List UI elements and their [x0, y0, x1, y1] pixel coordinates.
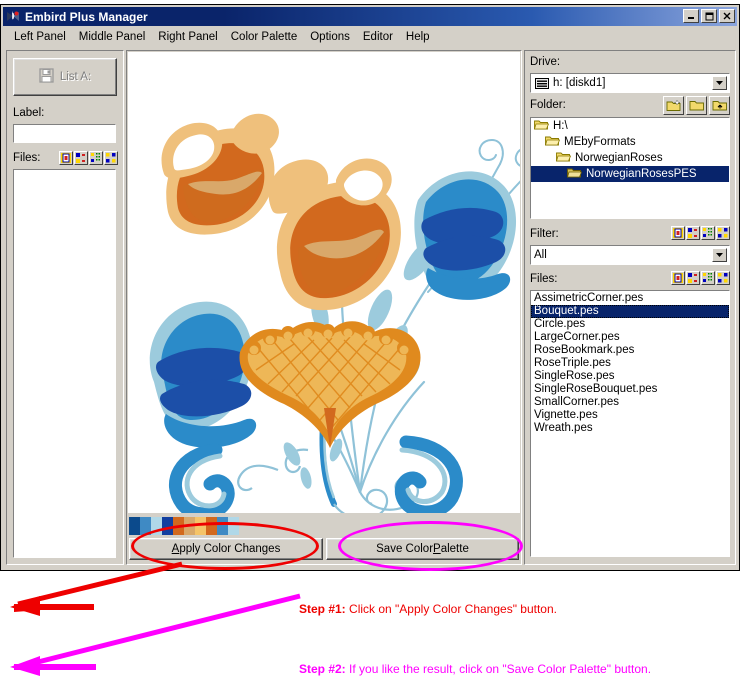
- menu-item-help[interactable]: Help: [400, 30, 437, 44]
- list-item[interactable]: LargeCorner.pes: [531, 331, 729, 344]
- list-item[interactable]: AssimetricCorner.pes: [531, 292, 729, 305]
- list-item[interactable]: RoseBookmark.pes: [531, 344, 729, 357]
- drive-value: h: [diskd1]: [553, 77, 606, 89]
- list-view-icon[interactable]: [89, 151, 103, 165]
- filter-view-buttons: [671, 226, 730, 240]
- center-panel: Apply Color Changes Save Color Palette: [126, 50, 522, 565]
- chevron-down-icon[interactable]: [712, 76, 727, 90]
- folder-tree[interactable]: H:\ MEbyFormats NorwegianRoses Norwegian…: [530, 117, 730, 219]
- drive-icon: [535, 77, 549, 89]
- folder-tree-item[interactable]: NorwegianRoses: [531, 150, 729, 166]
- menu-item-options[interactable]: Options: [304, 30, 357, 44]
- list-view-icon[interactable]: [701, 271, 715, 285]
- step1-text: Click on "Apply Color Changes" button.: [345, 602, 557, 616]
- folder-icon: [555, 151, 572, 166]
- drive-label: Drive:: [530, 56, 561, 68]
- folder-icon: [533, 119, 550, 134]
- folder-open-icon: [566, 167, 583, 182]
- left-files-view-buttons: [59, 151, 118, 165]
- small-icons-view-icon[interactable]: [686, 226, 700, 240]
- details-view-icon[interactable]: [104, 151, 118, 165]
- files-caption: Files:: [13, 152, 41, 164]
- left-files-list[interactable]: [13, 169, 116, 558]
- open-folder-icon[interactable]: [686, 96, 707, 115]
- embroidery-design: [149, 113, 520, 513]
- application-window: Embird Plus Manager Left Panel Middle Pa…: [0, 4, 740, 571]
- chevron-down-icon[interactable]: [712, 248, 727, 262]
- list-item[interactable]: SingleRoseBouquet.pes: [531, 383, 729, 396]
- list-item-selected[interactable]: Bouquet.pes: [531, 305, 729, 318]
- list-item[interactable]: Circle.pes: [531, 318, 729, 331]
- right-files-label: Files:: [530, 273, 558, 285]
- menu-item-color-palette[interactable]: Color Palette: [225, 30, 304, 44]
- blue-flower-left: [149, 301, 257, 448]
- drive-combobox[interactable]: h: [diskd1]: [530, 73, 730, 93]
- blue-flower-right: [414, 171, 517, 300]
- annotation-ellipse-save: [338, 521, 523, 571]
- new-folder-icon[interactable]: [663, 96, 684, 115]
- orange-flower-left: [161, 113, 279, 235]
- list-view-icon[interactable]: [701, 226, 715, 240]
- right-files-view-buttons: [671, 271, 730, 285]
- small-icons-view-icon[interactable]: [686, 271, 700, 285]
- menu-item-left-panel[interactable]: Left Panel: [8, 30, 73, 44]
- folder-icon: [544, 135, 561, 150]
- menu-bar: Left Panel Middle Panel Right Panel Colo…: [3, 28, 737, 46]
- list-item[interactable]: Wreath.pes: [531, 422, 729, 435]
- details-view-icon[interactable]: [716, 226, 730, 240]
- list-a-button[interactable]: List A:: [13, 58, 117, 96]
- step2-annotation: Step #2: If you like the result, click o…: [299, 662, 651, 676]
- folder-tree-item[interactable]: H:\: [531, 118, 729, 134]
- menu-item-editor[interactable]: Editor: [357, 30, 400, 44]
- filter-label: Filter:: [530, 228, 559, 240]
- maximize-button[interactable]: [701, 9, 717, 23]
- filter-combobox[interactable]: All: [530, 245, 730, 265]
- step1-bold: Step #1:: [299, 602, 346, 616]
- list-item[interactable]: SingleRose.pes: [531, 370, 729, 383]
- folder-tree-item[interactable]: MEbyFormats: [531, 134, 729, 150]
- folder-tree-item-selected[interactable]: NorwegianRosesPES: [531, 166, 729, 182]
- step2-bold: Step #2:: [299, 662, 346, 676]
- up-folder-icon[interactable]: [709, 96, 730, 115]
- list-item[interactable]: RoseTriple.pes: [531, 357, 729, 370]
- left-panel: List A: Label: Files:: [6, 50, 124, 565]
- label-caption: Label:: [13, 107, 45, 119]
- orange-flower-center: [268, 158, 401, 311]
- palette-swatch[interactable]: [129, 517, 140, 535]
- design-preview-canvas[interactable]: [128, 52, 520, 513]
- folder-toolbar: [663, 96, 730, 115]
- folder-tree-item-label: H:\: [553, 120, 568, 132]
- step2-text: If you like the result, click on "Save C…: [345, 662, 652, 676]
- folder-label: Folder:: [530, 99, 566, 111]
- list-a-label: List A:: [59, 71, 92, 83]
- right-panel: Drive: h: [diskd1] Folder: H:\ MEbyForma…: [524, 50, 736, 565]
- folder-tree-item-label: NorwegianRoses: [575, 152, 663, 164]
- menu-item-middle-panel[interactable]: Middle Panel: [73, 30, 152, 44]
- annotation-arrow-magenta: [10, 593, 301, 676]
- label-input[interactable]: [13, 124, 116, 143]
- step1-annotation: Step #1: Click on "Apply Color Changes" …: [299, 602, 557, 616]
- close-button[interactable]: [719, 9, 735, 23]
- large-icons-view-icon[interactable]: [59, 151, 73, 165]
- right-files-list[interactable]: AssimetricCorner.pes Bouquet.pes Circle.…: [530, 290, 730, 557]
- window-controls: [683, 9, 735, 23]
- title-bar: Embird Plus Manager: [3, 7, 737, 26]
- large-icons-view-icon[interactable]: [671, 271, 685, 285]
- menu-item-right-panel[interactable]: Right Panel: [152, 30, 224, 44]
- list-item[interactable]: Vignette.pes: [531, 409, 729, 422]
- large-icons-view-icon[interactable]: [671, 226, 685, 240]
- filter-value: All: [534, 249, 547, 261]
- window-title: Embird Plus Manager: [25, 9, 148, 24]
- minimize-button[interactable]: [683, 9, 699, 23]
- details-view-icon[interactable]: [716, 271, 730, 285]
- folder-tree-item-label: MEbyFormats: [564, 136, 636, 148]
- gold-fan: [239, 321, 421, 448]
- screenshot-root: Embird Plus Manager Left Panel Middle Pa…: [0, 0, 747, 698]
- list-item[interactable]: SmallCorner.pes: [531, 396, 729, 409]
- small-icons-view-icon[interactable]: [74, 151, 88, 165]
- butterfly-icon: [5, 9, 23, 25]
- folder-tree-item-label: NorwegianRosesPES: [586, 168, 697, 180]
- floppy-disk-icon: [39, 68, 54, 86]
